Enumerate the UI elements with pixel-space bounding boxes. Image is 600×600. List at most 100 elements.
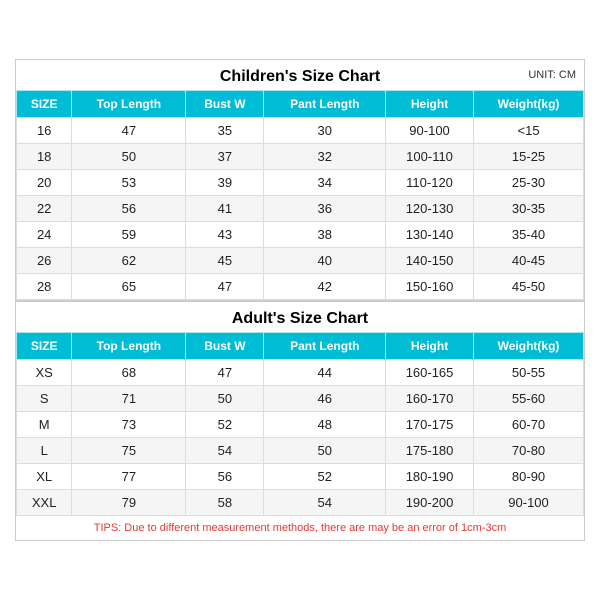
table-cell: 190-200	[386, 490, 474, 516]
table-cell: 140-150	[386, 248, 474, 274]
table-cell: XS	[17, 360, 72, 386]
adult-col-top-length: Top Length	[72, 333, 186, 360]
table-cell: 25-30	[474, 170, 584, 196]
table-cell: 73	[72, 412, 186, 438]
size-chart-container: Children's Size Chart UNIT: CM SIZE Top …	[15, 59, 585, 541]
table-cell: 50	[186, 386, 264, 412]
table-cell: 24	[17, 222, 72, 248]
table-cell: 77	[72, 464, 186, 490]
col-size: SIZE	[17, 91, 72, 118]
table-cell: XXL	[17, 490, 72, 516]
table-cell: 59	[72, 222, 186, 248]
table-cell: 20	[17, 170, 72, 196]
table-cell: 56	[72, 196, 186, 222]
table-cell: 34	[264, 170, 386, 196]
table-cell: 71	[72, 386, 186, 412]
table-row: 28654742150-16045-50	[17, 274, 584, 300]
tips-text: TIPS: Due to different measurement metho…	[16, 516, 584, 540]
table-row: 20533934110-12025-30	[17, 170, 584, 196]
table-cell: 150-160	[386, 274, 474, 300]
table-cell: 43	[186, 222, 264, 248]
table-row: 1647353090-100<15	[17, 118, 584, 144]
table-cell: 79	[72, 490, 186, 516]
table-cell: 26	[17, 248, 72, 274]
table-cell: 41	[186, 196, 264, 222]
table-cell: 100-110	[386, 144, 474, 170]
table-cell: 70-80	[474, 438, 584, 464]
unit-label: UNIT: CM	[528, 69, 576, 81]
table-cell: 44	[264, 360, 386, 386]
table-cell: 37	[186, 144, 264, 170]
table-cell: 110-120	[386, 170, 474, 196]
table-cell: 68	[72, 360, 186, 386]
table-cell: 36	[264, 196, 386, 222]
table-cell: 42	[264, 274, 386, 300]
table-cell: 38	[264, 222, 386, 248]
table-cell: 52	[264, 464, 386, 490]
table-cell: 175-180	[386, 438, 474, 464]
table-cell: 180-190	[386, 464, 474, 490]
adult-tbody: XS684744160-16550-55S715046160-17055-60M…	[17, 360, 584, 516]
adult-header-row: SIZE Top Length Bust W Pant Length Heigh…	[17, 333, 584, 360]
table-cell: 35	[186, 118, 264, 144]
table-cell: 47	[186, 274, 264, 300]
table-cell: S	[17, 386, 72, 412]
table-row: S715046160-17055-60	[17, 386, 584, 412]
table-cell: <15	[474, 118, 584, 144]
table-cell: 120-130	[386, 196, 474, 222]
adult-title-text: Adult's Size Chart	[232, 310, 368, 327]
col-top-length: Top Length	[72, 91, 186, 118]
table-cell: 170-175	[386, 412, 474, 438]
table-cell: XL	[17, 464, 72, 490]
tips-label: TIPS: Due to different measurement metho…	[94, 522, 506, 534]
table-cell: 45-50	[474, 274, 584, 300]
table-cell: 28	[17, 274, 72, 300]
children-header-row: SIZE Top Length Bust W Pant Length Heigh…	[17, 91, 584, 118]
table-cell: 55-60	[474, 386, 584, 412]
table-cell: 39	[186, 170, 264, 196]
table-row: XL775652180-19080-90	[17, 464, 584, 490]
table-cell: 18	[17, 144, 72, 170]
col-pant-length: Pant Length	[264, 91, 386, 118]
table-cell: 60-70	[474, 412, 584, 438]
adult-col-pant-length: Pant Length	[264, 333, 386, 360]
table-cell: 40	[264, 248, 386, 274]
children-tbody: 1647353090-100<1518503732100-11015-25205…	[17, 118, 584, 300]
table-cell: 47	[186, 360, 264, 386]
table-cell: 22	[17, 196, 72, 222]
table-cell: 46	[264, 386, 386, 412]
table-row: L755450175-18070-80	[17, 438, 584, 464]
adult-title: Adult's Size Chart	[16, 300, 584, 332]
table-cell: 53	[72, 170, 186, 196]
children-table: SIZE Top Length Bust W Pant Length Heigh…	[16, 90, 584, 300]
adult-col-weight: Weight(kg)	[474, 333, 584, 360]
col-weight: Weight(kg)	[474, 91, 584, 118]
table-cell: L	[17, 438, 72, 464]
table-row: 18503732100-11015-25	[17, 144, 584, 170]
table-row: M735248170-17560-70	[17, 412, 584, 438]
table-cell: 130-140	[386, 222, 474, 248]
table-cell: 50	[264, 438, 386, 464]
table-cell: 160-165	[386, 360, 474, 386]
table-cell: 90-100	[474, 490, 584, 516]
table-cell: 15-25	[474, 144, 584, 170]
table-cell: 50-55	[474, 360, 584, 386]
table-cell: 58	[186, 490, 264, 516]
table-cell: 75	[72, 438, 186, 464]
adult-col-bust-w: Bust W	[186, 333, 264, 360]
table-cell: 90-100	[386, 118, 474, 144]
table-cell: 62	[72, 248, 186, 274]
table-row: 26624540140-15040-45	[17, 248, 584, 274]
table-cell: 30-35	[474, 196, 584, 222]
children-title: Children's Size Chart UNIT: CM	[16, 60, 584, 90]
adult-col-size: SIZE	[17, 333, 72, 360]
adult-col-height: Height	[386, 333, 474, 360]
table-cell: 54	[186, 438, 264, 464]
table-cell: 56	[186, 464, 264, 490]
table-cell: 160-170	[386, 386, 474, 412]
table-row: XS684744160-16550-55	[17, 360, 584, 386]
table-cell: 45	[186, 248, 264, 274]
table-cell: 52	[186, 412, 264, 438]
table-cell: 54	[264, 490, 386, 516]
table-row: XXL795854190-20090-100	[17, 490, 584, 516]
